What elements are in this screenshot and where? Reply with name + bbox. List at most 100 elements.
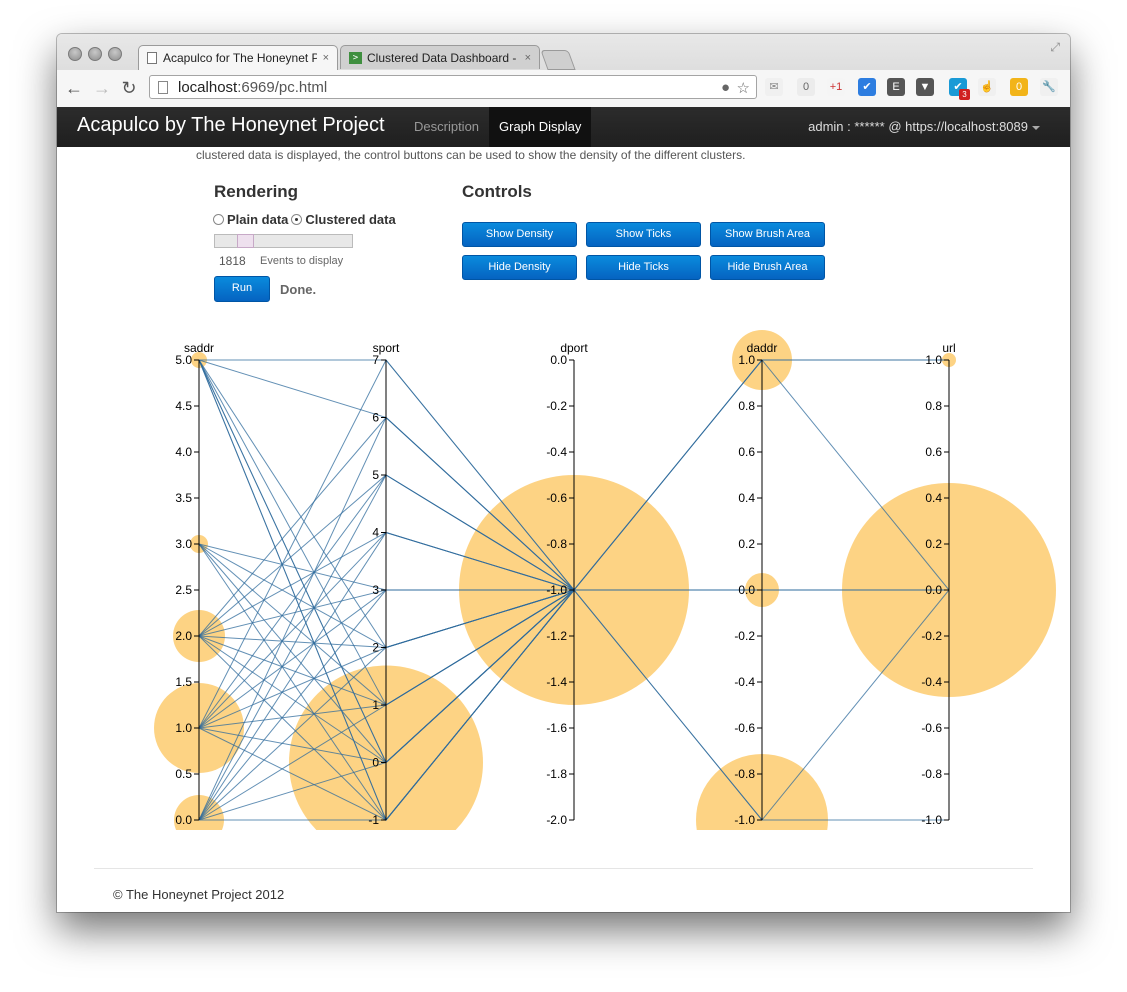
tick-label: 0.8 — [738, 399, 755, 413]
tick-label: -1 — [368, 813, 379, 827]
events-label: Events to display — [260, 255, 344, 267]
tab-title: Acapulco for The Honeynet P — [163, 51, 317, 65]
hand-icon[interactable]: ☝ — [978, 78, 996, 96]
rendering-heading: Rendering — [214, 182, 299, 201]
tick-label: -0.2 — [546, 399, 567, 413]
terminal-icon: > — [349, 51, 362, 64]
minimize-window-icon[interactable] — [88, 47, 102, 61]
pocket-icon[interactable]: ▼ — [916, 78, 934, 96]
tick-label: 0.0 — [550, 353, 567, 367]
forward-icon[interactable]: → — [92, 78, 112, 98]
plain-data-label[interactable]: Plain data — [227, 212, 288, 227]
tick-label: -1.0 — [546, 583, 567, 597]
show-ticks-button[interactable]: Show Ticks — [586, 222, 701, 247]
intro-text: clustered data is displayed, the control… — [196, 148, 746, 162]
tick-label: -0.6 — [921, 721, 942, 735]
tick-label: -1.8 — [546, 767, 567, 781]
tick-label: -0.6 — [546, 491, 567, 505]
evernote-icon[interactable]: E — [887, 78, 905, 96]
tick-label: 6 — [372, 411, 379, 425]
tick-label: 7 — [372, 353, 379, 367]
reload-icon[interactable]: ↻ — [119, 78, 139, 98]
zero-badge-icon[interactable]: 0 — [797, 78, 815, 96]
lightbulb-icon[interactable]: ● — [721, 79, 730, 96]
wrench-icon[interactable]: 🔧 — [1040, 78, 1058, 96]
zoom-window-icon[interactable] — [108, 47, 122, 61]
tick-label: -0.4 — [921, 675, 942, 689]
tick-label: 3.5 — [175, 491, 192, 505]
address-bar[interactable]: localhost:6969/pc.html ● ☆ — [149, 75, 757, 99]
slider-handle[interactable] — [237, 234, 254, 248]
events-slider[interactable] — [214, 234, 353, 248]
tick-label: 0.8 — [925, 399, 942, 413]
tick-label: 0.2 — [738, 537, 755, 551]
user-menu[interactable]: admin : ****** @ https://localhost:8089 — [808, 107, 1040, 147]
mail-icon[interactable]: ✉ — [765, 78, 783, 96]
tab-acapulco[interactable]: Acapulco for The Honeynet P × — [138, 45, 338, 70]
tick-label: 3.0 — [175, 537, 192, 551]
tick-label: 0.4 — [925, 491, 942, 505]
controls-heading: Controls — [462, 182, 532, 201]
tick-label: 0.4 — [738, 491, 755, 505]
tick-label: 2 — [372, 641, 379, 655]
tab-title: Clustered Data Dashboard - — [367, 50, 517, 65]
tick-label: 0.0 — [925, 583, 942, 597]
clustered-data-label[interactable]: Clustered data — [305, 212, 395, 227]
google-plus-one-icon[interactable]: +1 — [827, 78, 845, 96]
tick-label: -0.2 — [921, 629, 942, 643]
nav-description[interactable]: Description — [404, 107, 489, 147]
tick-label: -0.4 — [546, 445, 567, 459]
run-button[interactable]: Run — [214, 276, 270, 302]
tick-label: 1.0 — [738, 353, 755, 367]
tick-label: 1.5 — [175, 675, 192, 689]
tick-label: 0.6 — [925, 445, 942, 459]
axis-title[interactable]: url — [942, 341, 955, 355]
tick-label: -0.8 — [546, 537, 567, 551]
close-window-icon[interactable] — [68, 47, 82, 61]
plain-data-radio[interactable] — [213, 214, 224, 225]
show-brush-area-button[interactable]: Show Brush Area — [710, 222, 825, 247]
status-text: Done. — [280, 282, 317, 297]
footer-divider — [94, 868, 1033, 869]
url-text[interactable]: localhost:6969/pc.html — [178, 79, 327, 96]
tick-label: 0.0 — [175, 813, 192, 827]
axis-title[interactable]: saddr — [184, 341, 214, 355]
hide-ticks-button[interactable]: Hide Ticks — [586, 255, 701, 280]
fullscreen-icon[interactable]: ⤢ — [1050, 40, 1060, 55]
hide-density-button[interactable]: Hide Density — [462, 255, 577, 280]
tab-clustered-dashboard[interactable]: > Clustered Data Dashboard - × — [340, 45, 540, 69]
tick-label: -0.4 — [734, 675, 755, 689]
app-navbar: Acapulco by The Honeynet Project Descrip… — [57, 107, 1070, 147]
new-tab-button[interactable] — [540, 50, 576, 70]
axis-title[interactable]: sport — [373, 341, 400, 355]
tick-label: 2.0 — [175, 629, 192, 643]
checkmark-icon[interactable]: ✔ — [858, 78, 876, 96]
brand-title[interactable]: Acapulco by The Honeynet Project — [77, 114, 385, 137]
hide-brush-area-button[interactable]: Hide Brush Area — [710, 255, 825, 280]
browser-window: Acapulco for The Honeynet P × > Clustere… — [57, 34, 1070, 912]
back-icon[interactable]: ← — [64, 78, 84, 98]
bookmark-star-icon[interactable]: ☆ — [737, 79, 750, 97]
tick-label: -0.2 — [734, 629, 755, 643]
tick-label: 2.5 — [175, 583, 192, 597]
rendering-options: Plain data Clustered data — [213, 212, 396, 227]
tick-label: -1.6 — [546, 721, 567, 735]
tick-label: 1.0 — [925, 353, 942, 367]
page-icon — [147, 52, 157, 64]
axis-title[interactable]: daddr — [747, 341, 778, 355]
tick-label: -0.8 — [734, 767, 755, 781]
close-icon[interactable]: × — [323, 52, 329, 64]
user-menu-label: admin : ****** @ https://localhost:8089 — [808, 119, 1028, 134]
close-icon[interactable]: × — [525, 52, 531, 64]
tick-label: 4.0 — [175, 445, 192, 459]
axis-title[interactable]: dport — [560, 341, 588, 355]
tick-label: 0 — [372, 756, 379, 770]
tick-label: 1.0 — [175, 721, 192, 735]
show-density-button[interactable]: Show Density — [462, 222, 577, 247]
tick-label: -0.6 — [734, 721, 755, 735]
zero-count-icon[interactable]: 0 — [1010, 78, 1028, 96]
events-count: 1818 — [219, 254, 246, 268]
parallel-coordinates-chart[interactable]: 5.0 4.5 4.0 3.5 3.0 2.5 2.0 1.5 1.0 0.5 0.0 saddr 7 6… — [57, 324, 1070, 832]
nav-graph-display[interactable]: Graph Display — [489, 107, 592, 147]
clustered-data-radio[interactable] — [291, 214, 303, 225]
